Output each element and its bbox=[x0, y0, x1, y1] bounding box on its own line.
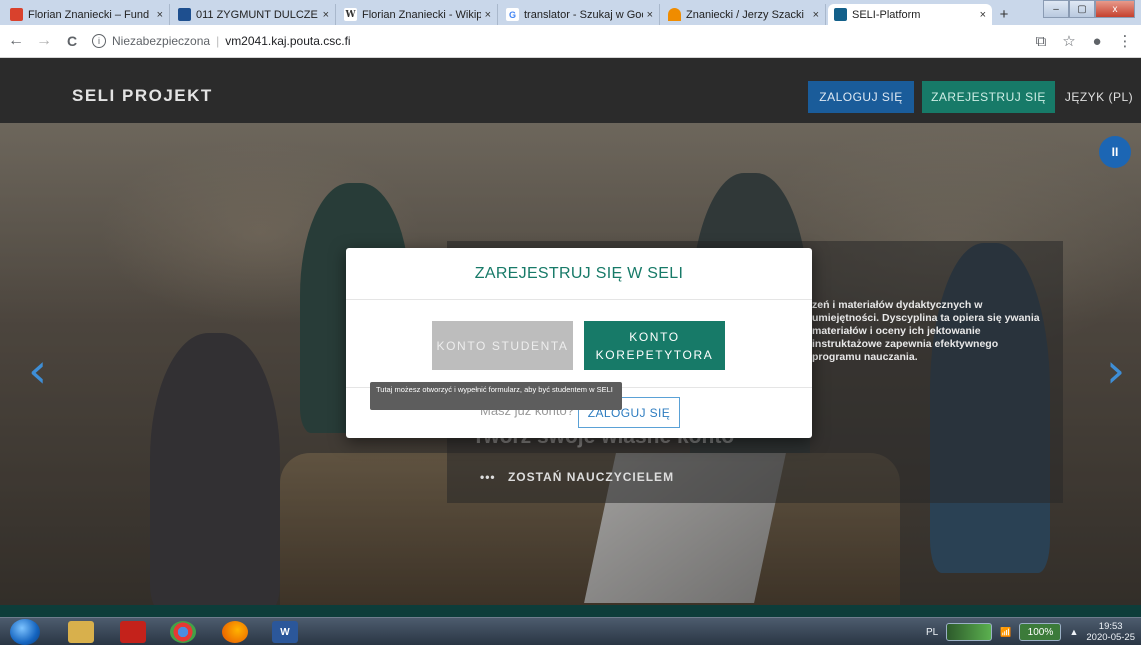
browser-menu-icon[interactable]: ⋮ bbox=[1115, 29, 1135, 53]
site-bottom-strip bbox=[0, 605, 1141, 617]
windows-start-icon[interactable] bbox=[10, 619, 40, 645]
browser-tab-3[interactable]: W Florian Znaniecki - Wikip × bbox=[338, 4, 498, 25]
translate-icon[interactable]: ⧉ bbox=[1031, 29, 1051, 53]
modal-title: ZAREJESTRUJ SIĘ W SELI bbox=[474, 264, 684, 282]
browser-tabstrip: Florian Znaniecki – Fund × 011 ZYGMUNT D… bbox=[0, 0, 1141, 25]
favicon-icon bbox=[668, 8, 681, 21]
site-brand[interactable]: SELI PROJEKT bbox=[72, 86, 213, 106]
wikipedia-icon: W bbox=[344, 8, 357, 21]
browser-tab-2[interactable]: 011 ZYGMUNT DULCZE × bbox=[172, 4, 336, 25]
browser-tab-4[interactable]: G translator - Szukaj w Goo × bbox=[500, 4, 660, 25]
tab-close-icon[interactable]: × bbox=[485, 9, 491, 21]
network-signal-icon[interactable] bbox=[946, 623, 993, 641]
word-icon[interactable]: W bbox=[272, 621, 298, 643]
address-separator: | bbox=[216, 34, 220, 48]
keyboard-language[interactable]: PL bbox=[926, 627, 938, 638]
security-label: Niezabezpieczona bbox=[112, 34, 211, 48]
tab-title: Znaniecki / Jerzy Szacki bbox=[686, 8, 804, 21]
tutor-account-button[interactable]: KONTO KOREPETYTORA bbox=[584, 321, 725, 370]
carousel-next-chevron-icon[interactable]: › bbox=[1106, 347, 1130, 395]
wifi-icon[interactable]: 📶 bbox=[1000, 627, 1011, 638]
url-text: vm2041.kaj.pouta.csc.fi bbox=[225, 34, 351, 48]
close-window-button[interactable]: x bbox=[1095, 0, 1135, 18]
os-taskbar: W PL 📶 100% ▲ 19:53 2020-05-25 bbox=[0, 617, 1141, 645]
toolbar-right: ⧉ ☆ ● ⋮ bbox=[1031, 29, 1135, 53]
tab-title: 011 ZYGMUNT DULCZE bbox=[196, 8, 318, 21]
browser-tab-active[interactable]: SELI-Platform × bbox=[828, 4, 992, 25]
tab-title: Florian Znaniecki - Wikip bbox=[362, 8, 481, 21]
profile-icon[interactable]: ● bbox=[1087, 29, 1107, 53]
tab-title: Florian Znaniecki – Fund bbox=[28, 8, 150, 21]
forward-arrow-icon[interactable]: → bbox=[32, 29, 56, 53]
battery-indicator[interactable]: 100% bbox=[1019, 623, 1062, 641]
clock-time: 19:53 bbox=[1098, 621, 1123, 632]
modal-header: ZAREJESTRUJ SIĘ W SELI bbox=[346, 248, 812, 300]
tray-arrow-icon[interactable]: ▲ bbox=[1069, 627, 1078, 637]
header-login-button[interactable]: ZALOGUJ SIĘ bbox=[808, 81, 914, 113]
hero-caption-text: zeń i materiałów dydaktycznych w umiejęt… bbox=[812, 299, 1040, 363]
tab-close-icon[interactable]: × bbox=[980, 9, 986, 21]
browser-toolbar: ← → C i Niezabezpieczona | vm2041.kaj.po… bbox=[0, 25, 1141, 58]
student-account-tooltip: Tutaj możesz otworzyć i wypełnić formula… bbox=[370, 382, 622, 410]
tab-close-icon[interactable]: × bbox=[813, 9, 819, 21]
explorer-icon[interactable] bbox=[68, 621, 94, 643]
google-icon: G bbox=[506, 8, 519, 21]
clock-date: 2020-05-25 bbox=[1086, 632, 1135, 643]
bookmark-star-icon[interactable]: ☆ bbox=[1059, 29, 1079, 53]
seli-favicon-icon bbox=[834, 8, 847, 21]
browser-tab-5[interactable]: Znaniecki / Jerzy Szacki × bbox=[662, 4, 826, 25]
acrobat-icon[interactable] bbox=[120, 621, 146, 643]
become-teacher-label: ZOSTAŃ NAUCZYCIELEM bbox=[507, 470, 675, 484]
new-tab-button[interactable]: + bbox=[994, 5, 1014, 23]
info-icon[interactable]: i bbox=[92, 34, 106, 48]
window-controls: – ▢ x bbox=[1043, 0, 1135, 18]
tab-title: translator - Szukaj w Goo bbox=[524, 8, 643, 21]
site-header: SELI PROJEKT ZALOGUJ SIĘ ZAREJESTRUJ SIĘ… bbox=[0, 58, 1141, 123]
chrome-icon[interactable] bbox=[170, 621, 196, 643]
favicon-icon bbox=[10, 8, 23, 21]
firefox-icon[interactable] bbox=[222, 621, 248, 643]
tab-close-icon[interactable]: × bbox=[157, 9, 163, 21]
carousel-prev-chevron-icon[interactable]: ‹ bbox=[28, 347, 52, 395]
header-register-button[interactable]: ZAREJESTRUJ SIĘ bbox=[922, 81, 1055, 113]
favicon-icon bbox=[178, 8, 191, 21]
browser-tab-1[interactable]: Florian Znaniecki – Fund × bbox=[4, 4, 170, 25]
address-bar[interactable]: i Niezabezpieczona | vm2041.kaj.pouta.cs… bbox=[92, 29, 351, 53]
system-tray: PL 📶 100% ▲ 19:53 2020-05-25 bbox=[926, 618, 1135, 645]
taskbar-clock[interactable]: 19:53 2020-05-25 bbox=[1086, 621, 1135, 643]
tab-title: SELI-Platform bbox=[852, 8, 921, 21]
tab-close-icon[interactable]: × bbox=[647, 9, 653, 21]
tab-close-icon[interactable]: × bbox=[323, 9, 329, 21]
become-teacher-link[interactable]: ••• ZOSTAŃ NAUCZYCIELEM bbox=[480, 470, 674, 484]
reload-icon[interactable]: C bbox=[60, 29, 84, 53]
carousel-pause-button[interactable]: II bbox=[1099, 136, 1131, 168]
student-account-button[interactable]: KONTO STUDENTA bbox=[432, 321, 573, 370]
screen: Florian Znaniecki – Fund × 011 ZYGMUNT D… bbox=[0, 0, 1141, 645]
dots-icon: ••• bbox=[480, 470, 496, 484]
minimize-button[interactable]: – bbox=[1043, 0, 1069, 18]
back-arrow-icon[interactable]: ← bbox=[4, 29, 28, 53]
language-selector[interactable]: JĘZYK (PL) bbox=[1064, 81, 1134, 113]
maximize-button[interactable]: ▢ bbox=[1069, 0, 1095, 18]
